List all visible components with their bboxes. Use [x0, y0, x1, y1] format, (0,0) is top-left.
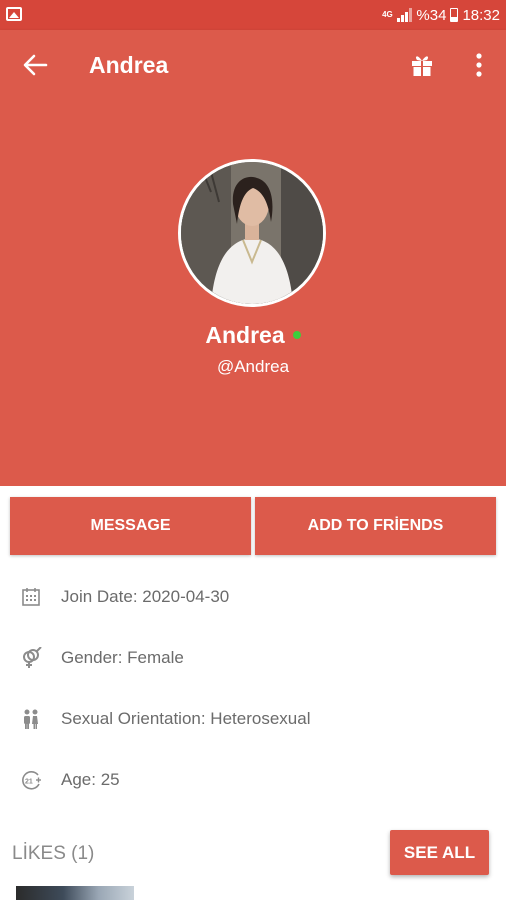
join-date-text: Join Date: 2020-04-30	[61, 587, 230, 606]
avatar[interactable]	[178, 159, 326, 307]
age-restriction-icon: 21	[22, 771, 41, 790]
info-row-orientation: Sexual Orientation: Heterosexual	[0, 699, 506, 739]
svg-text:21: 21	[25, 779, 33, 786]
back-arrow-icon[interactable]	[20, 50, 50, 80]
likes-heading: LİKES (1)	[12, 843, 95, 864]
network-type: 4G	[382, 10, 393, 19]
like-thumbnail[interactable]	[16, 886, 134, 900]
calendar-icon	[22, 588, 40, 606]
people-icon	[24, 709, 38, 729]
info-row-join-date: Join Date: 2020-04-30	[0, 577, 506, 617]
avatar-photo	[181, 162, 323, 304]
see-all-button[interactable]: SEE ALL	[390, 830, 489, 875]
gallery-notification-icon	[6, 7, 22, 21]
status-bar-right: 4G %34 18:32	[381, 5, 500, 25]
orientation-text: Sexual Orientation: Heterosexual	[61, 709, 311, 728]
battery-percent: %34	[416, 6, 447, 24]
battery-icon	[450, 8, 459, 22]
clock: 18:32	[462, 6, 500, 24]
add-to-friends-button[interactable]: ADD TO FRİENDS	[255, 497, 496, 555]
gender-icon	[23, 647, 42, 668]
online-status-dot	[292, 331, 301, 339]
page-title: Andrea	[89, 52, 169, 78]
status-bar: 4G %34 18:32	[0, 0, 506, 30]
gift-icon[interactable]	[408, 50, 436, 78]
info-row-age: 21 Age: 25	[0, 760, 506, 800]
gender-text: Gender: Female	[61, 648, 184, 667]
signal-icon	[397, 8, 413, 22]
profile-header: Andrea @Andrea	[0, 100, 506, 486]
profile-username: @Andrea	[216, 357, 290, 376]
message-button[interactable]: MESSAGE	[10, 497, 251, 555]
app-bar: Andrea	[0, 30, 506, 100]
info-row-gender: Gender: Female	[0, 638, 506, 678]
profile-name-row: Andrea	[0, 322, 506, 349]
age-text: Age: 25	[61, 770, 120, 789]
more-options-icon[interactable]	[466, 50, 492, 80]
profile-name: Andrea	[205, 322, 285, 348]
